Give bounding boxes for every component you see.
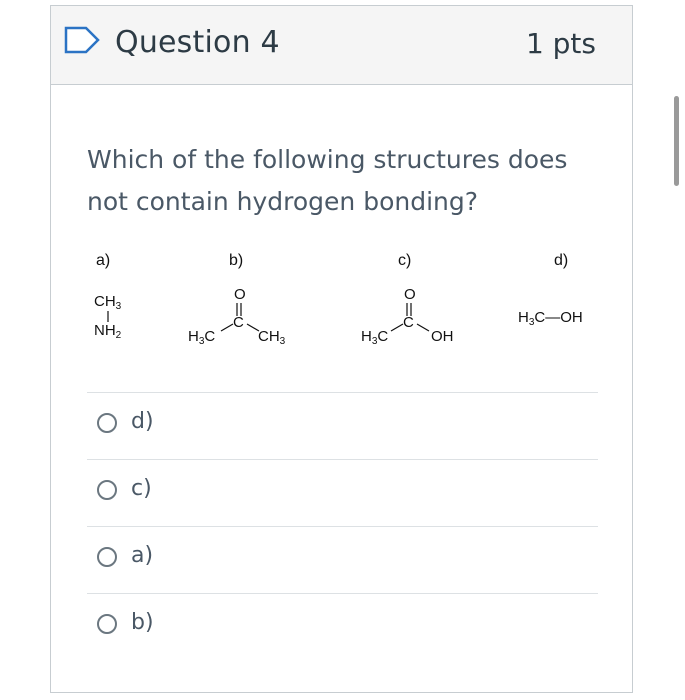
structure-b-carbon: C: [233, 314, 244, 331]
radio-button[interactable]: [97, 413, 117, 433]
answer-option-d[interactable]: d): [87, 393, 598, 457]
question-points: 1 pts: [525, 27, 596, 60]
structure-b-label: b): [229, 252, 244, 269]
radio-button[interactable]: [97, 547, 117, 567]
structure-b-oxygen: O: [234, 286, 246, 303]
answer-label[interactable]: b): [131, 610, 154, 635]
answer-label[interactable]: c): [131, 476, 152, 501]
structures-figure: a) CH3 NH2 b) O C H3C CH3 c) O C H3C OH …: [51, 236, 632, 366]
answer-option-c[interactable]: c): [87, 460, 598, 524]
structure-c-carbon: C: [403, 314, 414, 331]
page-scrollbar[interactable]: [674, 96, 679, 186]
structure-a-methyl: CH3: [94, 293, 122, 312]
structure-b-right-methyl: CH3: [258, 328, 286, 347]
radio-button[interactable]: [97, 614, 117, 634]
structure-a-label: a): [96, 252, 111, 269]
answer-option-b[interactable]: b): [87, 594, 598, 658]
structure-d-methanol: H3C—OH: [518, 309, 583, 328]
structure-d-label: d): [554, 252, 569, 269]
structure-c-label: c): [398, 252, 412, 269]
structure-a-amine: NH2: [94, 322, 122, 341]
question-header: Question 4 1 pts: [51, 6, 632, 85]
answer-option-a[interactable]: a): [87, 527, 598, 591]
flag-question-icon[interactable]: [64, 26, 100, 54]
answer-label[interactable]: a): [131, 543, 153, 568]
answer-label[interactable]: d): [131, 409, 154, 434]
structure-c-left-methyl: H3C: [361, 328, 389, 347]
question-text: Which of the following structures does n…: [87, 145, 568, 216]
structure-c-oxygen: O: [404, 286, 416, 303]
structure-b-left-methyl: H3C: [188, 328, 216, 347]
quiz-question-card: Question 4 1 pts Which of the following …: [50, 5, 633, 693]
structure-c-hydroxyl: OH: [431, 328, 454, 345]
radio-button[interactable]: [97, 480, 117, 500]
bond-lines: [107, 303, 430, 332]
question-title: Question 4: [115, 25, 280, 60]
